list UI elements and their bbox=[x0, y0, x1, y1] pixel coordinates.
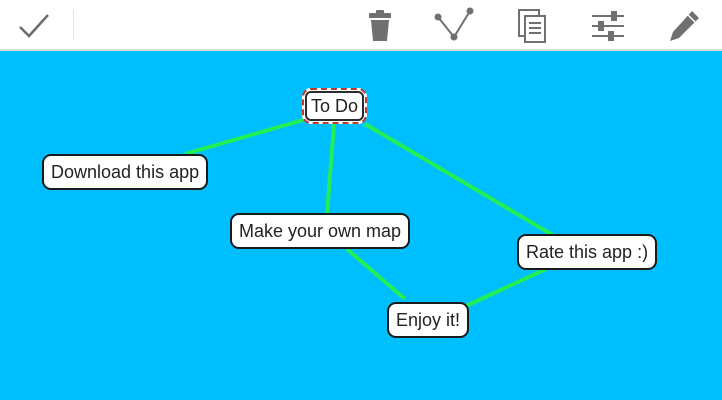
copy-button[interactable] bbox=[512, 6, 552, 46]
pencil-icon bbox=[670, 11, 699, 41]
edge-todo-make bbox=[325, 123, 336, 215]
node-to-do[interactable]: To Do bbox=[302, 88, 368, 124]
toolbar-divider bbox=[73, 10, 74, 40]
edge-make-enjoy bbox=[345, 247, 407, 301]
node-make-your-own-map[interactable]: Make your own map bbox=[230, 213, 411, 249]
trash-icon bbox=[369, 10, 391, 41]
edit-button[interactable] bbox=[664, 6, 704, 46]
node-enjoy-it[interactable]: Enjoy it! bbox=[387, 302, 470, 338]
settings-button[interactable] bbox=[588, 6, 628, 46]
delete-button[interactable] bbox=[360, 6, 400, 46]
connect-nodes-icon bbox=[434, 7, 474, 41]
node-rate-this-app[interactable]: Rate this app :) bbox=[517, 234, 658, 270]
mind-map-canvas[interactable]: To Do Download this app Make your own ma… bbox=[0, 51, 722, 400]
edge-todo-download bbox=[184, 118, 304, 156]
sliders-icon bbox=[592, 11, 624, 41]
copy-icon bbox=[518, 9, 546, 43]
node-download-this-app[interactable]: Download this app bbox=[42, 154, 209, 190]
edge-rate-enjoy bbox=[465, 267, 547, 308]
action-toolbar bbox=[0, 0, 722, 51]
done-button[interactable] bbox=[14, 6, 54, 46]
connect-nodes-button[interactable] bbox=[434, 6, 474, 46]
checkmark-icon bbox=[19, 14, 49, 38]
